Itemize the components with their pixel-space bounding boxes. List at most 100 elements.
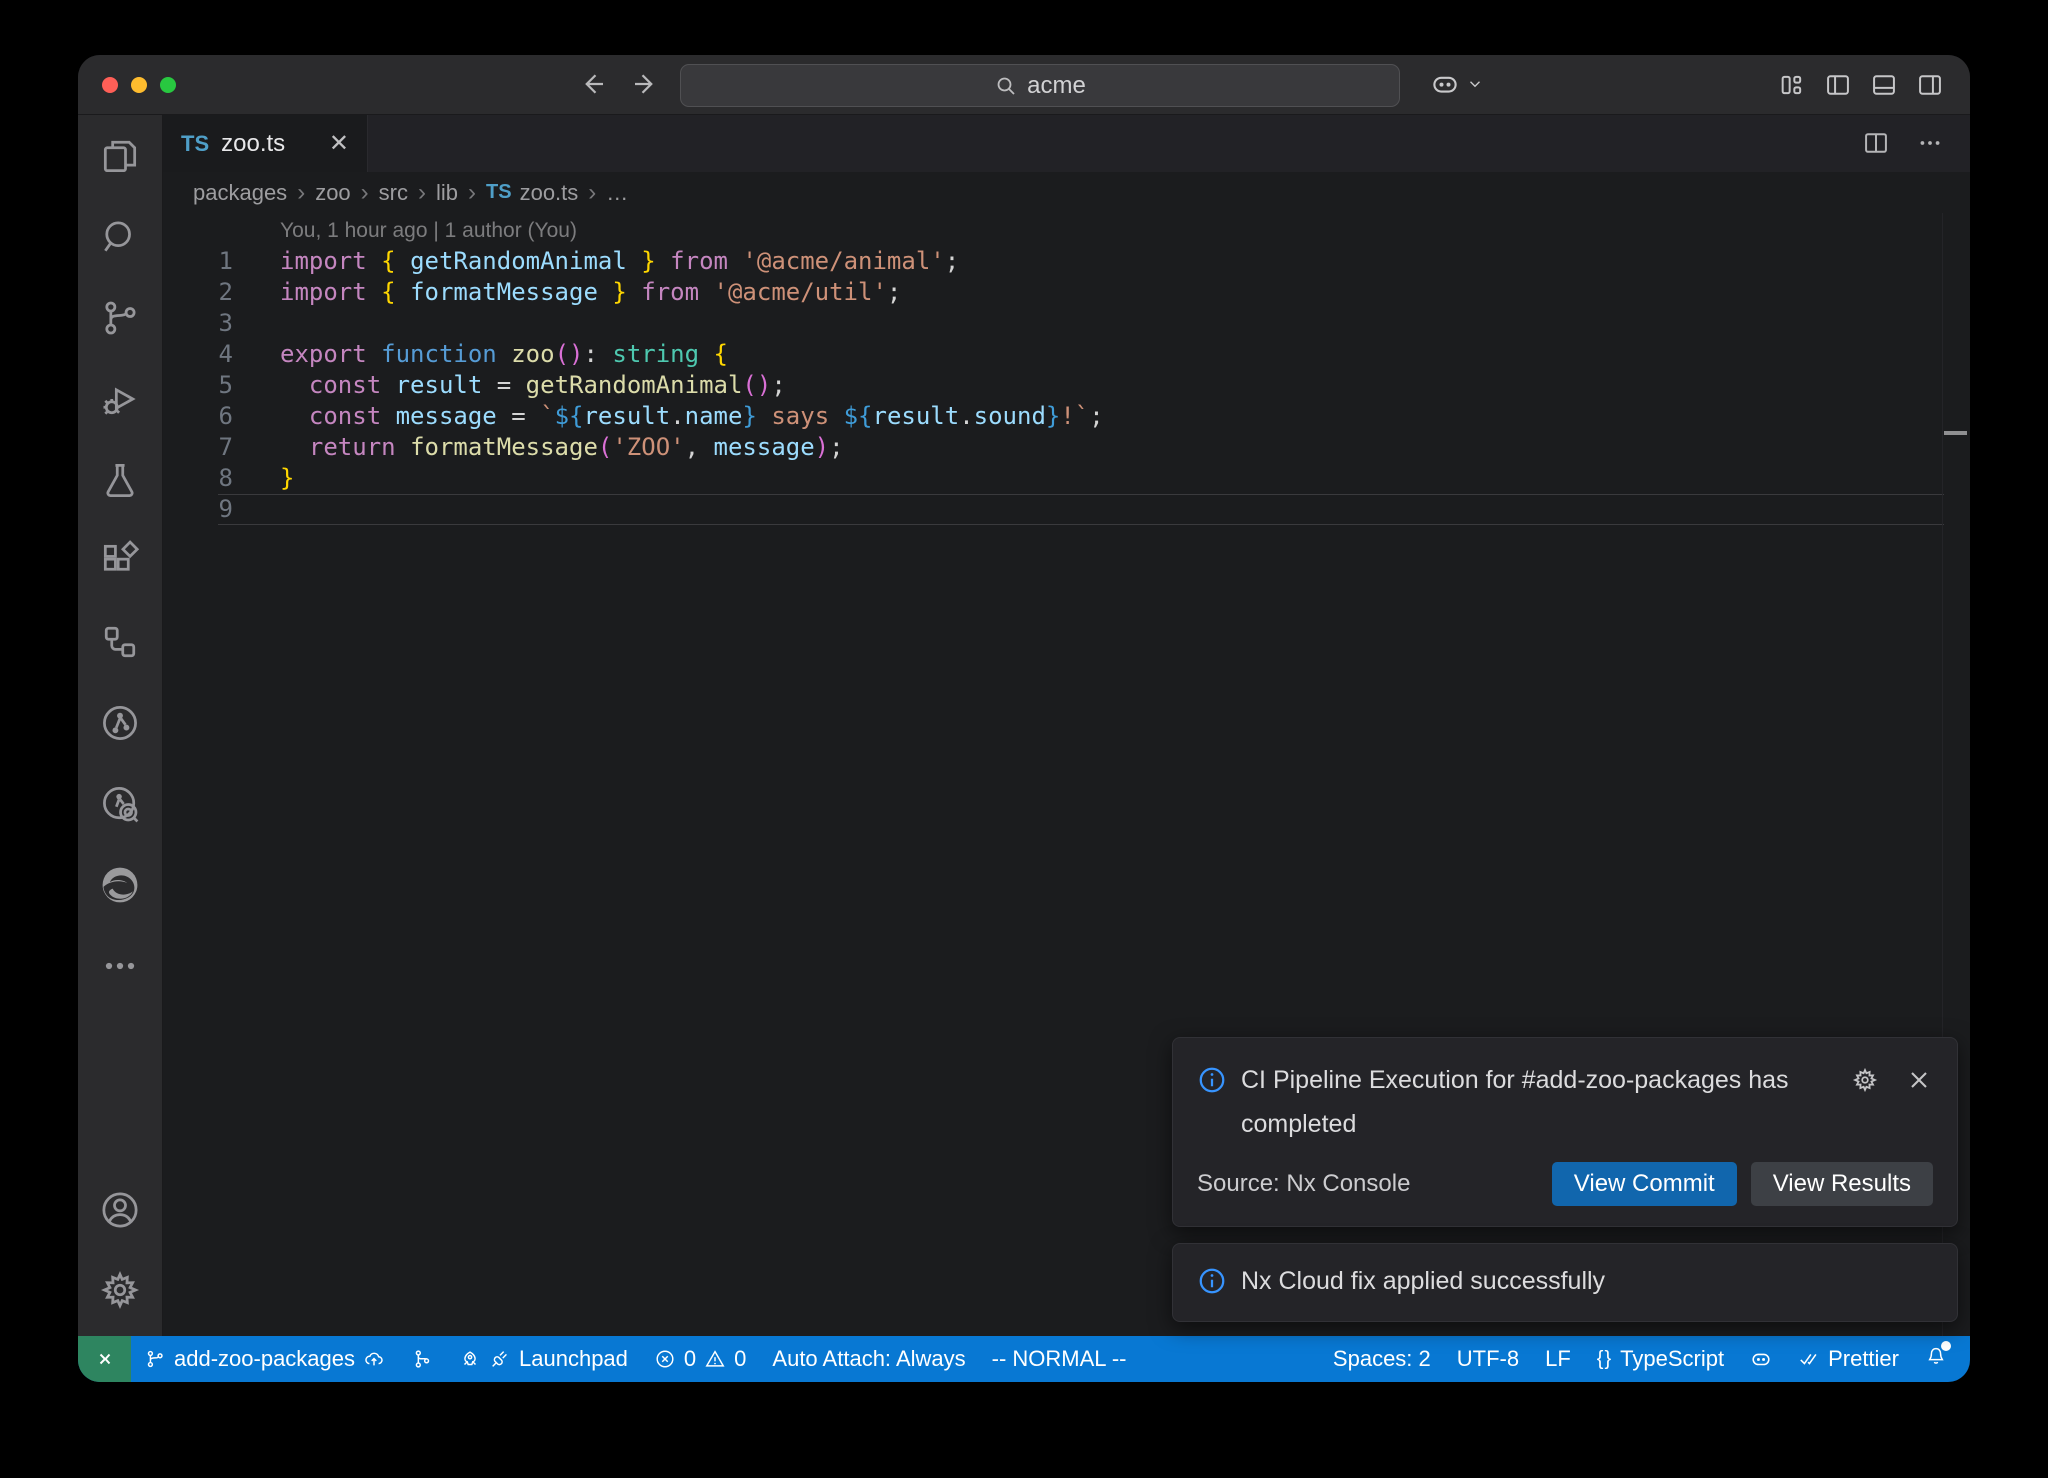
minimize-window-button[interactable] — [131, 77, 147, 93]
line-number[interactable]: 6 — [163, 401, 233, 432]
tab-label: zoo.ts — [221, 130, 285, 158]
line-number[interactable]: 1 — [163, 246, 233, 277]
status-bar: add-zoo-packages Launchpad 0 0 Auto Atta… — [78, 1336, 1970, 1382]
code-line[interactable]: 4export function zoo(): string { — [163, 339, 1970, 370]
line-number[interactable]: 8 — [163, 463, 233, 494]
breadcrumb-packages[interactable]: packages — [193, 180, 287, 206]
copilot-menu[interactable] — [1430, 69, 1484, 99]
line-number[interactable]: 3 — [163, 308, 233, 339]
line-number[interactable]: 4 — [163, 339, 233, 370]
typescript-file-icon: TS — [181, 131, 209, 157]
vim-mode-item[interactable]: -- NORMAL -- — [979, 1336, 1140, 1382]
git-graph-icon — [411, 1348, 433, 1370]
explorer-icon[interactable] — [78, 115, 162, 196]
forward-icon[interactable] — [630, 69, 660, 104]
split-editor-icon[interactable] — [1862, 129, 1890, 162]
code-line[interactable]: 2import { formatMessage } from '@acme/ut… — [163, 277, 1970, 308]
errors-icon — [654, 1348, 676, 1370]
chevron-down-icon — [1466, 75, 1484, 93]
testing-icon[interactable] — [78, 439, 162, 520]
encoding-item[interactable]: UTF-8 — [1444, 1336, 1532, 1382]
plug-icon — [489, 1348, 511, 1370]
notification-source: Source: Nx Console — [1197, 1170, 1410, 1198]
auto-attach-item[interactable]: Auto Attach: Always — [759, 1336, 978, 1382]
notification-dot — [1941, 1341, 1951, 1351]
view-commit-button[interactable]: View Commit — [1552, 1162, 1737, 1206]
breadcrumb-src[interactable]: src — [379, 180, 408, 206]
code-line[interactable]: 5 const result = getRandomAnimal(); — [163, 370, 1970, 401]
toggle-panel-icon[interactable] — [1870, 71, 1898, 104]
git-graph-item[interactable] — [398, 1336, 446, 1382]
search-icon[interactable] — [78, 196, 162, 277]
warning-count: 0 — [734, 1346, 746, 1372]
breadcrumb-lib[interactable]: lib — [436, 180, 458, 206]
toggle-primary-sidebar-icon[interactable] — [1824, 71, 1852, 104]
editor-more-actions-icon[interactable] — [1916, 129, 1944, 162]
eol-item[interactable]: LF — [1532, 1336, 1584, 1382]
overview-ruler-cursor-mark — [1944, 431, 1967, 435]
tab-zoo-ts[interactable]: TS zoo.ts ✕ — [163, 115, 368, 172]
activity-bar — [78, 115, 163, 1336]
run-and-debug-icon[interactable] — [78, 358, 162, 439]
zoom-window-button[interactable] — [160, 77, 176, 93]
command-center-search[interactable]: acme — [680, 64, 1400, 107]
notification-nx-cloud-fix[interactable]: Nx Cloud fix applied successfully — [1172, 1243, 1958, 1322]
extensions-icon[interactable] — [78, 520, 162, 601]
code-line[interactable]: 8} — [163, 463, 1970, 494]
code-line[interactable]: 6 const message = `${result.name} says $… — [163, 401, 1970, 432]
more-icon[interactable] — [78, 925, 162, 1006]
close-window-button[interactable] — [102, 77, 118, 93]
nx-graph-icon[interactable] — [78, 682, 162, 763]
remote-icon — [93, 1347, 117, 1371]
copilot-icon — [1750, 1348, 1772, 1370]
problems-item[interactable]: 0 0 — [641, 1336, 760, 1382]
breadcrumb-symbol[interactable]: … — [606, 180, 628, 206]
account-icon[interactable] — [78, 1170, 162, 1250]
notifications-bell-item[interactable] — [1912, 1336, 1960, 1382]
prettier-item[interactable]: Prettier — [1785, 1336, 1912, 1382]
tab-bar: TS zoo.ts ✕ — [163, 115, 1970, 172]
vscode-window: acme — [78, 55, 1970, 1382]
view-results-button[interactable]: View Results — [1751, 1162, 1933, 1206]
line-number[interactable]: 2 — [163, 277, 233, 308]
line-number[interactable]: 7 — [163, 432, 233, 463]
notification-settings-gear-icon[interactable] — [1851, 1066, 1879, 1099]
git-blame-annotation: You, 1 hour ago | 1 author (You) — [280, 215, 1970, 246]
customize-layout-icon[interactable] — [1778, 71, 1806, 104]
launchpad-item[interactable]: Launchpad — [446, 1336, 641, 1382]
nx-console-icon[interactable] — [78, 601, 162, 682]
source-control-icon[interactable] — [78, 277, 162, 358]
info-icon — [1197, 1266, 1227, 1301]
cloud-upload-icon — [363, 1348, 385, 1370]
toggle-secondary-sidebar-icon[interactable] — [1916, 71, 1944, 104]
branch-name: add-zoo-packages — [174, 1346, 355, 1372]
code-line[interactable]: 7 return formatMessage('ZOO', message); — [163, 432, 1970, 463]
language-mode-item[interactable]: {} TypeScript — [1584, 1336, 1737, 1382]
notification-close-icon[interactable] — [1905, 1066, 1933, 1099]
back-icon[interactable] — [578, 69, 608, 104]
typescript-file-icon: TS — [486, 181, 512, 204]
git-branch-item[interactable]: add-zoo-packages — [131, 1336, 398, 1382]
indentation-item[interactable]: Spaces: 2 — [1320, 1336, 1444, 1382]
code-line[interactable]: 3 — [163, 308, 1970, 339]
code-line[interactable]: 1import { getRandomAnimal } from '@acme/… — [163, 246, 1970, 277]
breadcrumb-file[interactable]: TS zoo.ts — [486, 180, 578, 206]
notification-ci-pipeline[interactable]: CI Pipeline Execution for #add-zoo-packa… — [1172, 1037, 1958, 1227]
traffic-lights — [102, 77, 176, 93]
error-count: 0 — [684, 1346, 696, 1372]
title-bar: acme — [78, 55, 1970, 115]
line-number[interactable]: 5 — [163, 370, 233, 401]
chevron-right-icon: › — [297, 179, 305, 207]
breadcrumb-zoo[interactable]: zoo — [315, 180, 350, 206]
notification-message: CI Pipeline Execution for #add-zoo-packa… — [1241, 1058, 1837, 1146]
remote-indicator[interactable] — [78, 1336, 131, 1382]
info-icon — [1197, 1065, 1227, 1100]
language-label: TypeScript — [1620, 1346, 1724, 1372]
close-tab-icon[interactable]: ✕ — [329, 132, 349, 156]
copilot-status-item[interactable] — [1737, 1336, 1785, 1382]
notification-toasts: CI Pipeline Execution for #add-zoo-packa… — [1172, 1037, 1958, 1322]
breadcrumb-file-label: zoo.ts — [520, 180, 579, 206]
edge-browser-icon[interactable] — [78, 844, 162, 925]
nx-cloud-icon[interactable] — [78, 763, 162, 844]
settings-gear-icon[interactable] — [78, 1250, 162, 1330]
